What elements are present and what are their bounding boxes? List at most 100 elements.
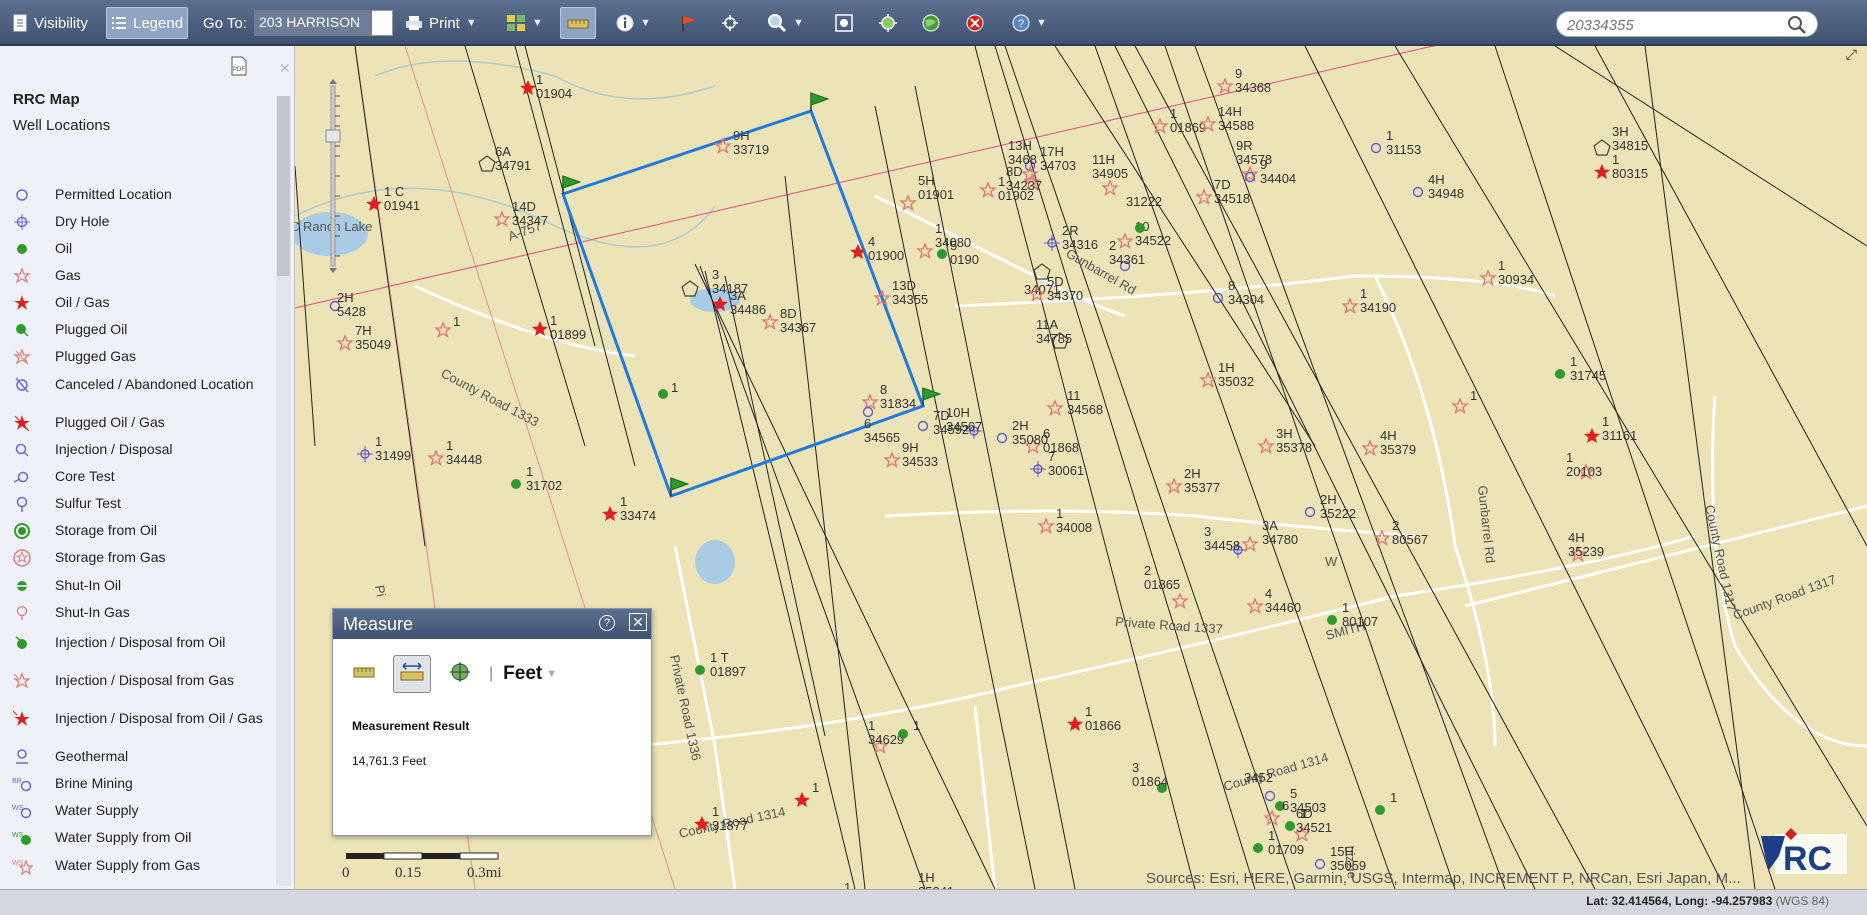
well-marker[interactable]: 7H35049 [336,323,391,352]
well-marker[interactable]: 4H34948 [1412,172,1465,201]
zoom-slider[interactable] [325,76,341,276]
well-marker[interactable]: 831834 [861,382,916,411]
well-api-id: 35377 [1184,480,1220,495]
location-tool-button[interactable] [441,655,479,693]
well-marker[interactable]: 1 T01897 [695,650,746,679]
well-marker[interactable]: 131499 [357,434,411,463]
well-marker[interactable]: 1H35341 [918,870,954,889]
well-marker[interactable]: 201865 [1144,563,1189,610]
clear-button[interactable] [965,7,985,39]
well-marker[interactable]: 1034522 [1116,219,1171,250]
well-marker[interactable]: 834304 [1212,278,1265,307]
well-marker[interactable]: 120103 [1566,450,1602,481]
well-marker[interactable]: 2H35377 [1165,466,1220,495]
well-marker[interactable]: 1 [1375,790,1397,815]
well-marker[interactable]: 1 [658,380,678,399]
help-button[interactable]: ? ▼ [1012,7,1047,39]
well-marker[interactable]: 1 [794,780,819,807]
well-marker[interactable]: 101899 [532,313,586,342]
well-marker[interactable]: 1H35032 [1199,360,1254,389]
well-marker[interactable]: 2H5428 [329,290,366,319]
well-marker[interactable]: 15H35059 [1314,844,1367,873]
well-marker[interactable]: 934368 [1216,66,1271,95]
well-marker[interactable]: 8D34367 [761,306,816,335]
close-icon[interactable]: ✕ [629,613,647,631]
well-marker[interactable]: 11H34905 [1092,152,1128,197]
well-marker[interactable]: 2R34316 [1044,223,1098,252]
well-marker[interactable]: 101904 [520,72,572,101]
well-marker[interactable]: 6A34791 [478,144,531,173]
well-marker[interactable]: 14H34588 [1199,104,1254,133]
well-marker[interactable]: 2H35222 [1304,492,1357,521]
well-marker[interactable]: 280567 [1373,518,1428,547]
zoom-button[interactable]: ▼ [767,7,804,39]
legend-scrollbar[interactable] [276,96,291,886]
legend-button[interactable]: Legend [106,7,189,39]
well-marker[interactable]: 434460 [1246,586,1301,615]
well-marker[interactable]: 634565 [862,406,901,446]
well-api-id: 20103 [1566,464,1602,479]
well-marker[interactable]: 9H33719 [714,128,769,157]
distance-tool-button[interactable] [393,655,431,693]
well-marker[interactable]: 14D34347 [493,199,548,228]
well-marker[interactable]: 131153 [1370,128,1422,157]
well-api-id: 80567 [1392,532,1428,547]
well-marker[interactable]: 5H01901 [899,173,954,212]
goto-input[interactable]: 203 HARRISON [254,10,372,36]
well-marker[interactable]: 3H35378 [1257,426,1312,455]
status-bar: Lat: 32.414564, Long: -94.257983 (WGS 84… [0,889,1867,915]
well-marker[interactable]: 1 [1451,388,1477,415]
well-marker[interactable]: 131702 [511,464,562,493]
close-icon[interactable]: ✕ [279,60,291,77]
well-marker[interactable]: 180315 [1594,152,1648,181]
legend-scroll-thumb[interactable] [277,96,290,276]
locate-button[interactable] [721,7,739,39]
injection-gas-icon [12,672,44,690]
expand-icon[interactable]: ⤢ [1846,46,1857,63]
well-api-id: 31834 [880,396,916,411]
pdf-icon[interactable]: PDF [230,56,248,81]
measure-tool-button[interactable] [560,7,596,39]
well-marker[interactable]: 101869 [1151,106,1206,135]
well-marker[interactable]: 31222 [1126,194,1162,233]
well-marker[interactable]: 13D34355 [873,278,928,307]
well-marker[interactable]: 2H35080 [996,418,1049,447]
well-marker[interactable]: 131161 [1584,414,1637,443]
well-number: 1 [1360,286,1367,301]
search-box[interactable] [1556,11,1818,37]
print-button[interactable]: Print ▼ [405,7,477,39]
well-marker[interactable]: 1 [434,314,460,339]
well-number: 6 [1282,798,1289,813]
well-marker[interactable]: 101866 [1067,704,1121,733]
well-marker[interactable]: 134448 [427,438,482,467]
basemap-button[interactable]: ▼ [506,7,543,39]
well-marker[interactable]: 7D34518 [1195,177,1250,206]
well-marker[interactable]: 4H35239 [1568,530,1604,563]
gps-button[interactable] [878,7,898,39]
area-tool-button[interactable] [345,655,383,693]
well-marker[interactable]: 10H34567 [946,405,982,439]
legend-item: Gas [12,267,272,285]
identify-button[interactable]: ▼ [616,7,651,39]
chevron-down-icon[interactable]: ▼ [546,668,557,680]
well-marker[interactable]: 4H35379 [1361,428,1416,457]
search-icon[interactable] [1787,15,1807,40]
globe-button[interactable] [921,7,941,39]
well-marker[interactable]: 334458 [1204,524,1246,558]
full-extent-button[interactable] [834,7,854,39]
unit-dropdown[interactable]: Feet [503,663,542,685]
well-api-id: 01709 [1268,842,1304,857]
well-api-id: 34905 [1092,166,1128,181]
help-icon[interactable]: ? [599,615,615,631]
well-marker[interactable]: 131933 [844,880,880,889]
well-marker[interactable]: 134190 [1341,286,1396,315]
well-marker[interactable]: 11A34785 [1036,317,1072,349]
well-marker[interactable]: 133474 [602,494,656,523]
well-marker[interactable]: 1134568 [1046,388,1103,417]
legend-item-label: Brine Mining [55,775,133,791]
toolbar: Visibility Legend Go To: 203 HARRISON Pr… [0,0,1867,46]
visibility-button[interactable]: Visibility [12,7,88,39]
search-input[interactable] [1567,15,1767,35]
well-marker[interactable]: 1 [898,718,920,739]
flag-button[interactable] [680,7,698,39]
